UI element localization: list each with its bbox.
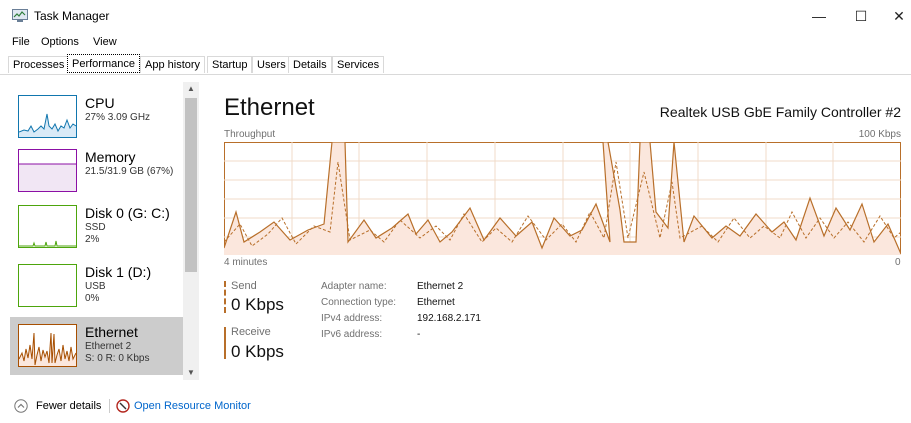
scroll-thumb[interactable] — [185, 98, 197, 272]
tab-performance[interactable]: Performance — [67, 54, 140, 73]
sidebar-item-detail: 0% — [85, 293, 100, 304]
ipv4-label: IPv4 address: — [321, 313, 383, 324]
tab-processes[interactable]: Processes — [8, 56, 70, 73]
sidebar-item-detail: 21.5/31.9 GB (67%) — [85, 166, 174, 177]
sidebar-item-label: Disk 1 (D:) — [85, 264, 152, 280]
tab-bar: Processes Performance App history Startu… — [0, 54, 911, 75]
tab-details[interactable]: Details — [288, 56, 332, 73]
sidebar-item-label: Memory — [85, 149, 136, 165]
sidebar-item-disk-1[interactable]: Disk 1 (D:) USB 0% — [10, 257, 184, 315]
close-button[interactable]: ✕ — [876, 0, 911, 32]
connection-type-value: Ethernet — [417, 297, 455, 308]
menu-view[interactable]: View — [93, 36, 117, 48]
ipv6-label: IPv6 address: — [321, 329, 383, 340]
adapter-name-label: Adapter name: — [321, 281, 387, 292]
sidebar-item-detail: USB — [85, 281, 106, 292]
adapter-title: Realtek USB GbE Family Controller #2 — [659, 104, 901, 120]
task-manager-icon — [12, 9, 28, 22]
throughput-label: Throughput — [224, 129, 276, 140]
sidebar-item-memory[interactable]: Memory 21.5/31.9 GB (67%) — [10, 142, 184, 200]
receive-label: Receive — [231, 326, 271, 338]
memory-graph-icon — [18, 149, 77, 192]
menu-bar: File Options View — [0, 34, 911, 52]
sidebar-item-disk-0[interactable]: Disk 0 (G: C:) SSD 2% — [10, 198, 184, 256]
cpu-graph-icon — [18, 95, 77, 138]
ethernet-graph-icon — [18, 324, 77, 367]
resource-monitor-icon[interactable] — [116, 399, 130, 413]
scroll-down-icon[interactable]: ▼ — [183, 366, 199, 380]
open-resource-monitor-link[interactable]: Open Resource Monitor — [134, 400, 251, 412]
sidebar-item-detail: 27% 3.09 GHz — [85, 112, 151, 123]
tab-services[interactable]: Services — [332, 56, 385, 73]
window-title: Task Manager — [34, 9, 110, 23]
chevron-up-circle-icon[interactable] — [14, 399, 28, 413]
footer: Fewer details Open Resource Monitor — [0, 393, 911, 417]
send-value: 0 Kbps — [231, 295, 284, 314]
scroll-up-icon[interactable]: ▲ — [183, 82, 199, 96]
footer-divider — [109, 399, 110, 413]
time-span-label: 4 minutes — [224, 257, 268, 268]
graph-max-label: 100 Kbps — [858, 129, 901, 140]
tab-users[interactable]: Users — [252, 56, 291, 73]
sidebar-item-label: Ethernet — [85, 324, 138, 340]
sidebar-item-label: CPU — [85, 95, 115, 111]
send-label: Send — [231, 280, 257, 292]
sidebar-item-ethernet[interactable]: Ethernet Ethernet 2 S: 0 R: 0 Kbps — [10, 317, 184, 375]
ipv4-value: 192.168.2.171 — [417, 313, 481, 324]
sidebar-item-detail: SSD — [85, 222, 106, 233]
throughput-graph — [224, 142, 901, 255]
sidebar-item-cpu[interactable]: CPU 27% 3.09 GHz — [10, 88, 184, 146]
title-bar: Task Manager — ☐ ✕ — [0, 0, 911, 32]
send-indicator — [224, 281, 226, 313]
sidebar-item-detail: 2% — [85, 234, 100, 245]
receive-indicator — [224, 327, 226, 359]
menu-file[interactable]: File — [12, 36, 30, 48]
sidebar-scrollbar[interactable]: ▲ ▼ — [183, 82, 199, 380]
menu-options[interactable]: Options — [41, 36, 79, 48]
minimize-button[interactable]: — — [796, 0, 842, 32]
fewer-details-button[interactable]: Fewer details — [36, 400, 101, 412]
adapter-name-value: Ethernet 2 — [417, 281, 464, 292]
sidebar-item-label: Disk 0 (G: C:) — [85, 205, 170, 221]
tab-app-history[interactable]: App history — [140, 56, 206, 73]
connection-type-label: Connection type: — [321, 297, 397, 308]
page-title: Ethernet — [224, 94, 315, 121]
disk-graph-icon — [18, 205, 77, 248]
sidebar-item-detail: Ethernet 2 — [85, 341, 132, 352]
sidebar-item-detail: S: 0 R: 0 Kbps — [85, 353, 150, 364]
disk-graph-icon — [18, 264, 77, 307]
receive-value: 0 Kbps — [231, 342, 284, 361]
tab-startup[interactable]: Startup — [207, 56, 253, 73]
ipv6-value: - — [417, 329, 421, 340]
resource-list: CPU 27% 3.09 GHz Memory 21.5/31.9 GB (67… — [8, 82, 202, 380]
graph-zero-label: 0 — [895, 257, 901, 268]
